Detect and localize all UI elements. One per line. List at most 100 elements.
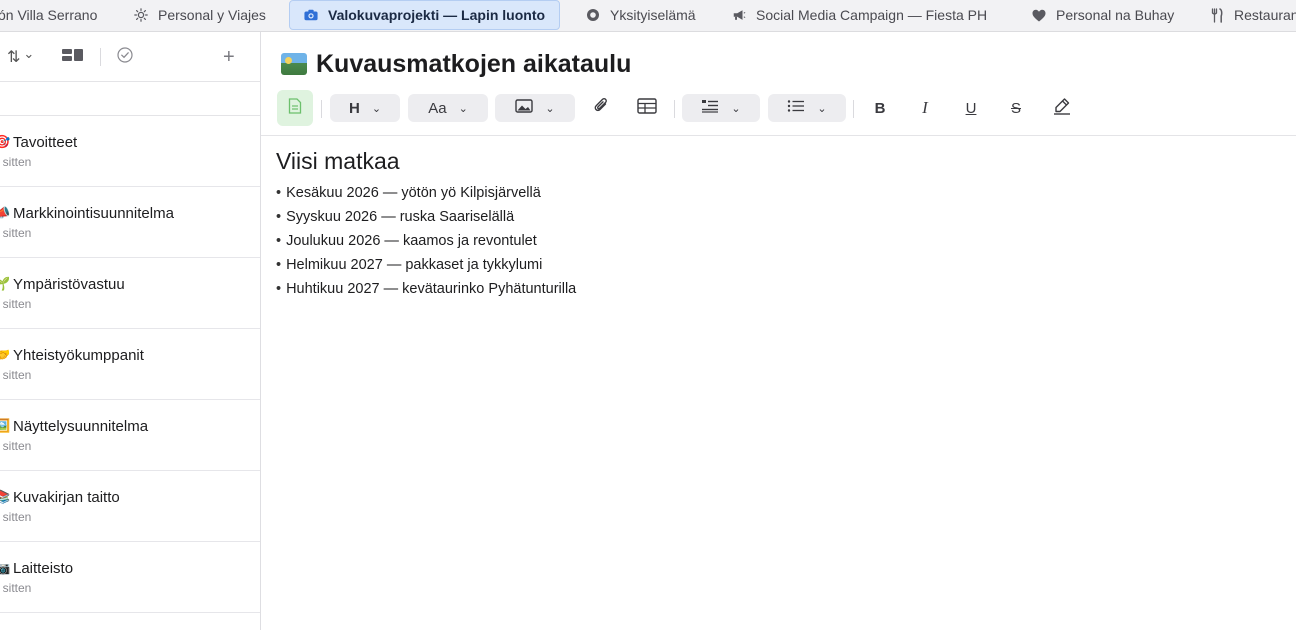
list-item: Kesäkuu 2026 — yötön yö Kilpisjärvellä [276,181,576,205]
note-title: Tavoitteet [13,134,78,151]
note-title: Ympäristövastuu [13,276,125,293]
chevron-down-icon: ⌄ [23,46,35,61]
note-emoji: 🖼️ [0,418,11,433]
select-button[interactable] [117,46,133,68]
tab-label: Restauran [1234,7,1296,23]
sort-button[interactable]: ⇅ ⌄ [7,46,34,68]
note-emoji: 📣 [0,205,11,220]
underline-button[interactable]: U [956,94,986,122]
bullet-list-icon [787,99,805,117]
circle-icon [586,8,600,22]
grid-view-icon [62,48,84,66]
note-timestamp: t sitten [0,155,32,169]
list-item[interactable]: 📣 Markkinointisuunnitelma t sitten [0,187,260,258]
tab-label: Social Media Campaign — Fiesta PH [756,7,988,23]
fork-knife-icon [1210,7,1224,23]
tab-villa-serrano[interactable]: ón Villa Serrano [0,0,97,30]
check-circle-icon [117,47,133,67]
note-title: Kuvakirjan taitto [13,489,120,506]
toolbar-divider [321,100,322,118]
tab-personal-y-viajes[interactable]: Personal y Viajes [134,0,266,30]
note-content[interactable]: Viisi matkaa Kesäkuu 2026 — yötön yö Kil… [276,148,576,301]
document-button[interactable] [277,90,313,126]
note-title: Näyttelysuunnitelma [13,418,149,435]
note-list: 🎯 Tavoitteet t sitten 📣 Markkinointisuun… [0,116,260,613]
note-timestamp: t sitten [0,581,32,595]
tab-label: ón Villa Serrano [0,7,98,23]
checklist-icon [701,99,719,117]
note-emoji: 📷 [0,560,11,575]
bold-button[interactable]: B [865,94,895,122]
content-heading: Viisi matkaa [276,148,400,174]
tab-label: Valokuvaprojekti — Lapin luonto [328,7,546,23]
highlight-button[interactable] [1047,94,1077,122]
format-toolbar: H ⌄ Aa ⌄ ⌄ ⌄ ⌄ B I U S [261,88,1296,136]
list-dropdown[interactable]: ⌄ [768,94,846,122]
heading-label: H [348,99,360,117]
chevron-down-icon: ⌄ [371,102,382,115]
image-icon [515,99,534,117]
note-timestamp: t sitten [0,297,32,311]
tab-personal-na-buhay[interactable]: Personal na Buhay [1032,0,1174,30]
camera-icon [304,8,318,22]
note-timestamp: t sitten [0,510,32,524]
list-item: Helmikuu 2027 — pakkaset ja tykkylumi [276,253,576,277]
tab-yksityiselama[interactable]: Yksityiselämä [586,0,696,30]
sidebar-search-area[interactable] [0,82,260,116]
heading-dropdown[interactable]: H ⌄ [330,94,400,122]
strikethrough-button[interactable]: S [1001,94,1031,122]
tab-label: Yksityiselämä [610,7,696,23]
toolbar-divider [853,100,854,118]
highlighter-icon [1053,97,1071,119]
chevron-down-icon: ⌄ [458,102,468,115]
note-emoji: 📚 [0,489,11,504]
chevron-down-icon: ⌄ [731,102,741,115]
note-title: Laitteisto [13,560,74,577]
italic-button[interactable]: I [910,94,940,122]
list-item[interactable]: 🎯 Tavoitteet t sitten [0,116,260,187]
list-item[interactable]: 🖼️ Näyttelysuunnitelma t sitten [0,400,260,471]
note-title: Markkinointisuunnitelma [13,205,174,222]
table-button[interactable] [632,94,662,122]
sun-icon [134,8,148,22]
tab-valokuvaprojekti[interactable]: Valokuvaprojekti — Lapin luonto [289,0,561,30]
tab-social-media-campaign[interactable]: Social Media Campaign — Fiesta PH [732,0,987,30]
list-item[interactable]: 📚 Kuvakirjan taitto t sitten [0,471,260,542]
list-item: Joulukuu 2026 — kaamos ja revontulet [276,229,576,253]
tab-restaurant[interactable]: Restauran [1210,0,1296,30]
note-emoji: 🌱 [0,276,11,291]
note-timestamp: t sitten [0,368,32,382]
heart-icon [1032,8,1046,22]
note-emoji: 🤝 [0,347,11,362]
insert-image-dropdown[interactable]: ⌄ [495,94,575,122]
editor: Kuvausmatkojen aikataulu H ⌄ Aa ⌄ ⌄ ⌄ ⌄ … [261,32,1296,630]
checklist-dropdown[interactable]: ⌄ [682,94,760,122]
table-icon [637,98,657,118]
list-item[interactable]: 🌱 Ympäristövastuu t sitten [0,258,260,329]
font-dropdown[interactable]: Aa ⌄ [408,94,488,122]
list-item[interactable]: 📷 Laitteisto t sitten [0,542,260,613]
megaphone-icon [732,8,746,22]
attach-button[interactable] [587,94,617,122]
list-item[interactable]: 🤝 Yhteistyökumppanit t sitten [0,329,260,400]
chevron-down-icon: ⌄ [817,102,827,115]
bullet-list: Kesäkuu 2026 — yötön yö Kilpisjärvellä S… [276,181,576,301]
page-title[interactable]: Kuvausmatkojen aikataulu [281,48,631,80]
sort-icon: ⇅ [7,49,21,66]
note-title: Yhteistyökumppanit [13,347,144,364]
note-timestamp: t sitten [0,439,32,453]
sidebar-toolbar: ⇅ ⌄ + [0,32,260,82]
note-emoji: 🎯 [0,134,11,149]
document-icon [288,98,302,118]
font-label: Aa [428,99,447,117]
list-item: Huhtikuu 2027 — kevätaurinko Pyhätunturi… [276,277,576,301]
chevron-down-icon: ⌄ [545,102,555,115]
italic-label: I [922,98,928,117]
underline-label: U [965,99,977,117]
view-toggle-button[interactable] [62,46,84,68]
toolbar-divider [674,100,675,118]
strikethrough-label: S [1010,99,1021,117]
add-note-button[interactable]: + [223,46,235,68]
list-item: Syyskuu 2026 — ruska Saariselällä [276,205,576,229]
sidebar: ⇅ ⌄ + 🎯 Tavoitteet t sitten 📣 Markkinoin… [0,32,261,630]
